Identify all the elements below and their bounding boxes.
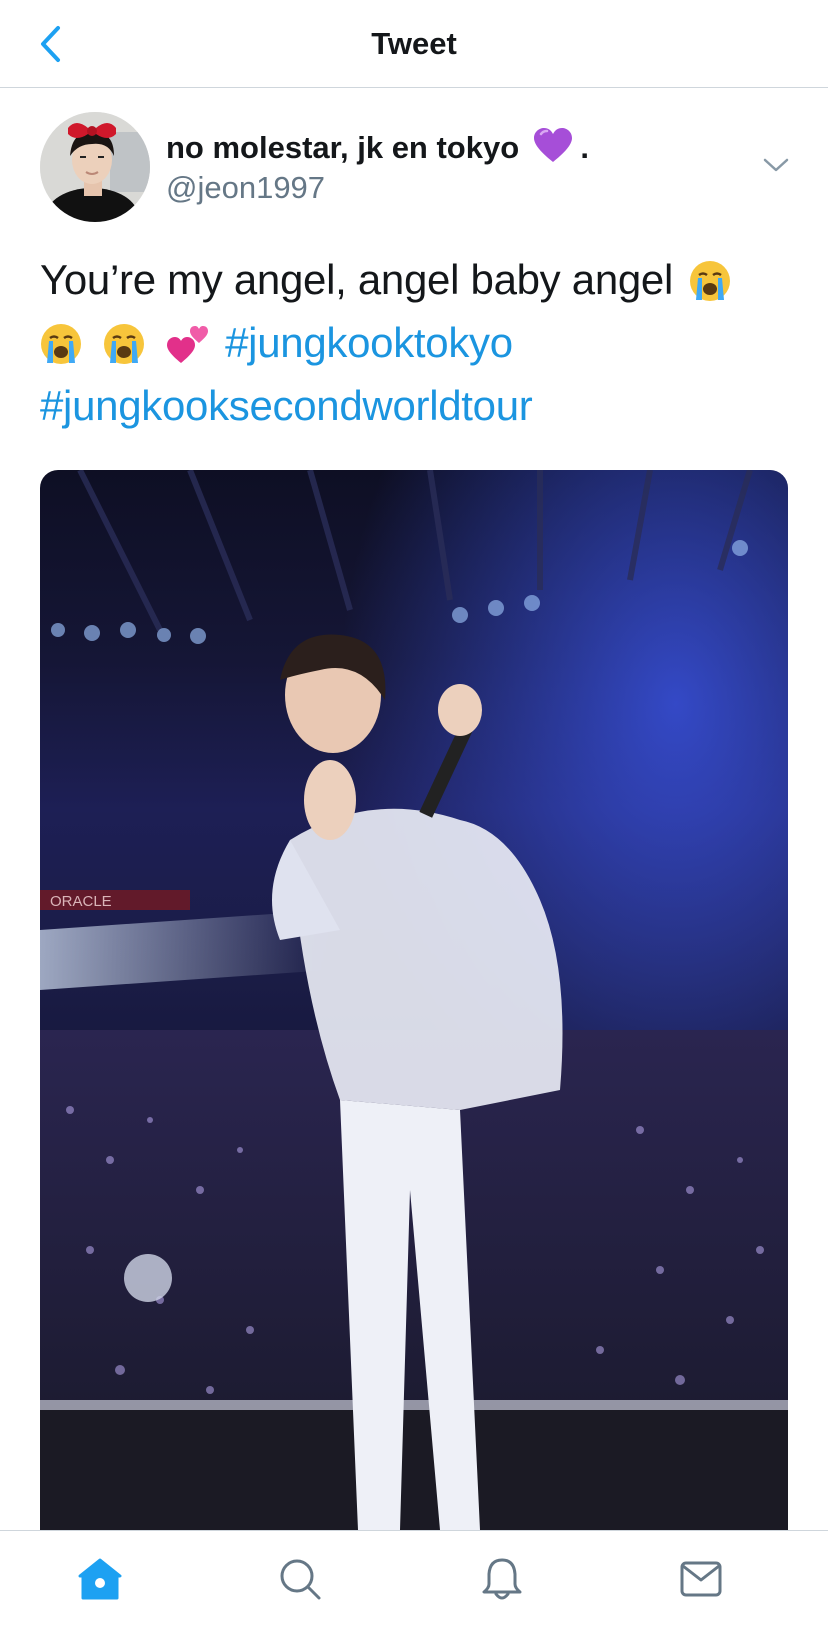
tweet-menu-button[interactable] xyxy=(758,150,794,180)
hashtag-link-jungkooktokyo[interactable]: #jungkooktokyo xyxy=(225,319,513,366)
crying-face-icon xyxy=(103,319,145,364)
display-name[interactable]: no molestar, jk en tokyo . xyxy=(166,128,589,172)
two-hearts-icon xyxy=(166,319,209,363)
tab-search[interactable] xyxy=(272,1551,328,1607)
avatar[interactable] xyxy=(40,112,150,222)
purple-heart-icon xyxy=(533,128,572,172)
top-nav-bar: Tweet xyxy=(0,0,828,88)
tab-home[interactable] xyxy=(72,1551,128,1607)
home-icon xyxy=(78,1558,122,1600)
tweet-text-body: You’re my angel, angel baby angel xyxy=(40,256,674,303)
oracle-banner-text: ORACLE xyxy=(50,893,112,910)
tweet-media-image[interactable]: ORACLE xyxy=(40,470,788,1530)
hashtag-link-jungkooksecondworldtour[interactable]: #jungkooksecondworldtour xyxy=(40,382,533,429)
bottom-tab-bar xyxy=(0,1530,828,1628)
avatar-image xyxy=(40,112,150,222)
chevron-down-icon xyxy=(763,158,789,172)
concert-photo: ORACLE xyxy=(40,470,788,1530)
user-handle[interactable]: @jeon1997 xyxy=(166,170,325,206)
crying-face-icon xyxy=(689,256,731,301)
mail-icon xyxy=(680,1561,722,1597)
page-title: Tweet xyxy=(371,26,457,61)
bell-icon xyxy=(482,1558,522,1600)
display-name-suffix: . xyxy=(580,130,590,165)
tab-messages[interactable] xyxy=(673,1551,729,1607)
crying-face-icon xyxy=(40,319,82,364)
search-icon xyxy=(280,1559,321,1600)
display-name-text: no molestar, jk en tokyo xyxy=(166,130,520,165)
tab-notifications[interactable] xyxy=(474,1551,530,1607)
tweet-text: You’re my angel, angel baby angel #jungk… xyxy=(40,248,800,437)
